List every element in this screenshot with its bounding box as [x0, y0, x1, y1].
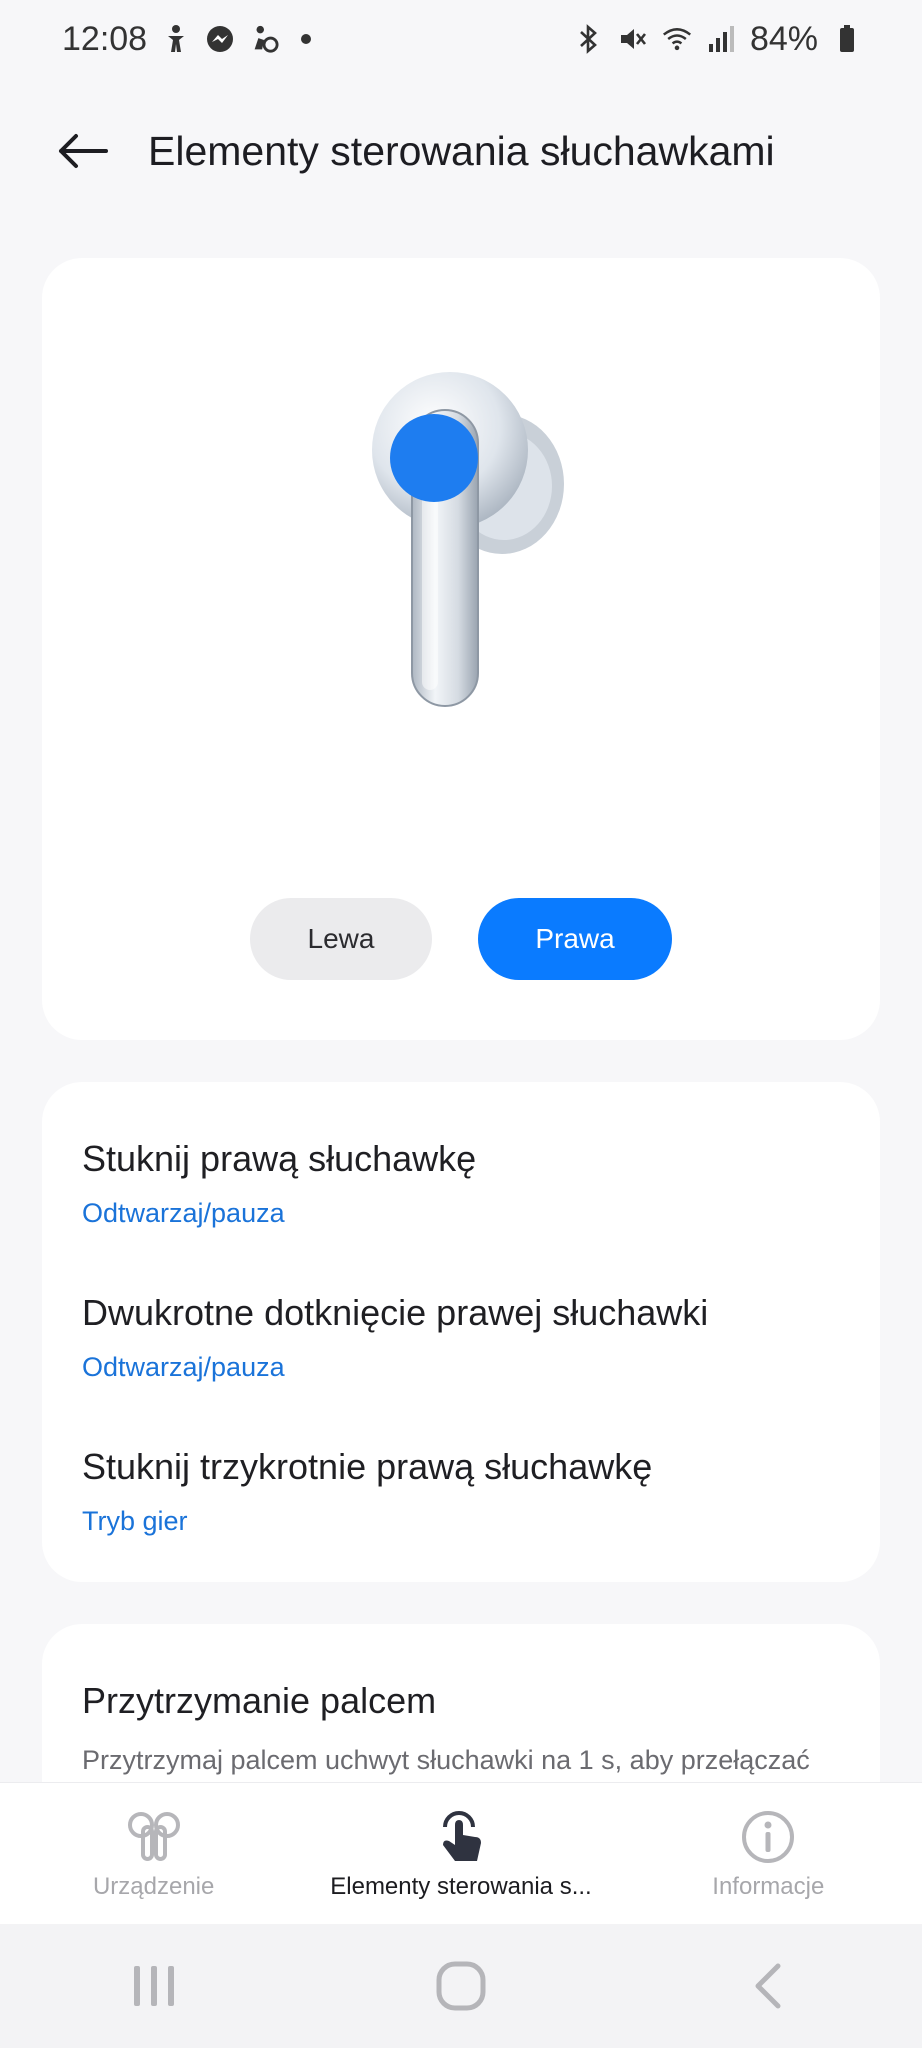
- run-icon: [249, 24, 279, 54]
- control-value: Odtwarzaj/pauza: [82, 1352, 285, 1382]
- tab-label: Informacje: [712, 1872, 825, 1900]
- home-button[interactable]: [401, 1941, 521, 2031]
- battery-percent: 84%: [749, 19, 818, 58]
- earbud-image: [362, 370, 602, 710]
- status-left: 12:08: [62, 19, 312, 59]
- control-title: Stuknij prawą słuchawkę: [82, 1138, 477, 1179]
- control-title: Stuknij trzykrotnie prawą słuchawkę: [82, 1446, 653, 1487]
- earbud-side-toggle: Lewa Prawa: [42, 898, 880, 980]
- accessibility-icon: [161, 24, 191, 54]
- status-time: 12:08: [62, 19, 148, 58]
- right-earbud-button[interactable]: Prawa: [478, 898, 672, 980]
- control-value: Tryb gier: [82, 1506, 188, 1536]
- info-icon: [738, 1807, 798, 1867]
- hold-description: Przytrzymaj palcem uchwyt słuchawki na 1…: [82, 1745, 810, 1775]
- earbud-card: Lewa Prawa: [42, 258, 880, 1040]
- earbuds-icon: [124, 1807, 184, 1867]
- tab-controls[interactable]: Elementy sterowania s...: [311, 1783, 611, 1925]
- hold-title: Przytrzymanie palcem: [82, 1680, 437, 1721]
- mute-icon: [618, 24, 648, 54]
- bluetooth-icon: [574, 24, 604, 54]
- battery-icon: [832, 24, 862, 54]
- control-value: Odtwarzaj/pauza: [82, 1198, 285, 1228]
- bottom-tab-bar: Urządzenie Elementy sterowania s... Info…: [0, 1782, 922, 1924]
- touch-area-indicator: [390, 414, 478, 502]
- status-right: 84%: [574, 20, 862, 59]
- left-earbud-button[interactable]: Lewa: [250, 898, 432, 980]
- recents-icon: [133, 1966, 174, 2006]
- system-nav-bar: [0, 1924, 922, 2048]
- status-bar: 12:08 84%: [0, 0, 922, 78]
- system-back-button[interactable]: [708, 1941, 828, 2031]
- recents-button[interactable]: [94, 1941, 214, 2031]
- control-item-double-tap[interactable]: Dwukrotne dotknięcie prawej słuchawki Od…: [82, 1292, 842, 1383]
- tab-label: Urządzenie: [92, 1872, 215, 1900]
- control-title: Dwukrotne dotknięcie prawej słuchawki: [82, 1292, 709, 1333]
- back-icon: [755, 1963, 781, 2009]
- notification-dot: [301, 34, 312, 44]
- control-item-tap[interactable]: Stuknij prawą słuchawkę Odtwarzaj/pauza: [82, 1138, 842, 1229]
- home-icon: [436, 1961, 486, 2011]
- signal-icon: [706, 24, 736, 54]
- tab-device[interactable]: Urządzenie: [4, 1783, 304, 1925]
- tab-info[interactable]: Informacje: [618, 1783, 918, 1925]
- app-header: Elementy sterowania słuchawkami: [0, 105, 922, 197]
- tab-label: Elementy sterowania s...: [330, 1872, 592, 1900]
- wifi-icon: [662, 24, 692, 54]
- messenger-icon: [205, 24, 235, 54]
- arrow-left-icon: [59, 134, 108, 168]
- touch-icon: [431, 1807, 491, 1867]
- controls-card: Stuknij prawą słuchawkę Odtwarzaj/pauza …: [42, 1082, 880, 1582]
- control-item-triple-tap[interactable]: Stuknij trzykrotnie prawą słuchawkę Tryb…: [82, 1446, 842, 1537]
- page-title: Elementy sterowania słuchawkami: [148, 127, 775, 174]
- back-button[interactable]: [38, 106, 128, 196]
